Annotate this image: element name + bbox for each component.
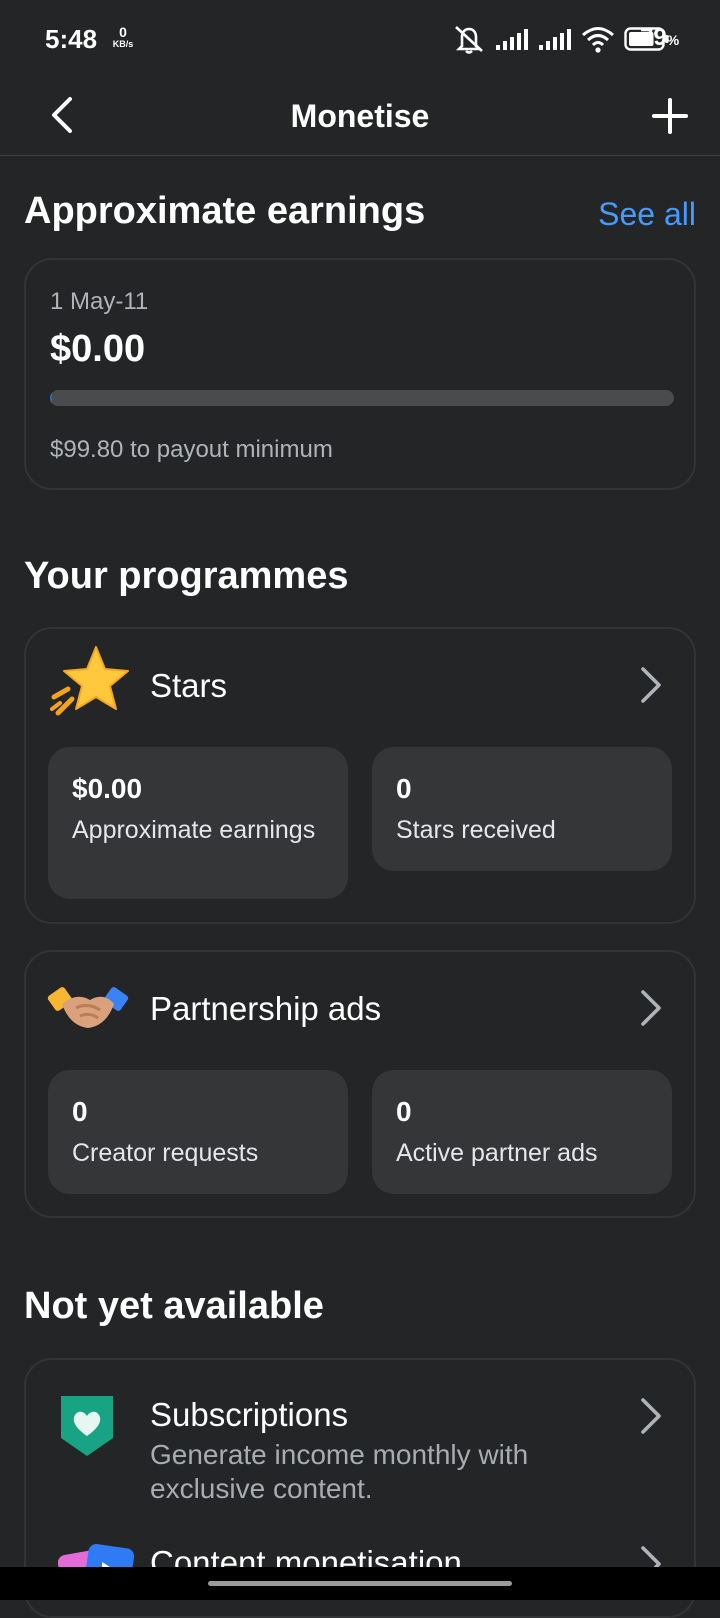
payout-progress-fill bbox=[50, 390, 53, 406]
stat-value: $0.00 bbox=[72, 773, 143, 804]
stars-programme-card: Stars $0.00 Approximate earnings 0 Stars… bbox=[24, 627, 696, 924]
partnership-ads-label: Partnership ads bbox=[150, 990, 382, 1027]
earnings-section-title: Approximate earnings bbox=[24, 190, 426, 232]
creator-requests-stat[interactable]: 0 Creator requests bbox=[48, 1070, 348, 1194]
stat-label: Approximate earnings bbox=[72, 816, 316, 844]
add-button[interactable] bbox=[642, 88, 698, 144]
earnings-date-range: 1 May-11 bbox=[50, 288, 149, 315]
chevron-right-icon bbox=[641, 1398, 661, 1434]
subscriptions-shield-icon bbox=[61, 1396, 113, 1456]
stars-label: Stars bbox=[150, 667, 228, 704]
status-time: 5:48 bbox=[45, 24, 98, 54]
stat-label: Stars received bbox=[396, 816, 556, 844]
status-icons bbox=[452, 22, 670, 56]
signal-icon-sim2 bbox=[539, 29, 571, 50]
subscriptions-title: Subscriptions bbox=[150, 1396, 349, 1433]
stat-value: 0 bbox=[396, 1096, 412, 1127]
stars-programme-header[interactable]: Stars bbox=[26, 629, 694, 741]
programmes-section-title: Your programmes bbox=[24, 555, 349, 597]
system-navigation-bar bbox=[0, 1567, 720, 1600]
stars-received-stat[interactable]: 0 Stars received bbox=[372, 747, 672, 871]
content-monetisation-item[interactable]: Content monetisation bbox=[26, 1508, 694, 1618]
earnings-amount: $0.00 bbox=[50, 328, 146, 370]
subscriptions-item[interactable]: Subscriptions Generate income monthly wi… bbox=[26, 1360, 694, 1508]
stat-label: Active partner ads bbox=[396, 1139, 598, 1167]
home-gesture-handle[interactable] bbox=[208, 1581, 512, 1586]
not-available-section-title: Not yet available bbox=[24, 1285, 324, 1327]
battery-percent: 79% bbox=[640, 24, 679, 52]
plus-icon bbox=[652, 98, 688, 134]
stat-value: 0 bbox=[72, 1096, 88, 1127]
earnings-card[interactable]: 1 May-11 $0.00 $99.80 to payout minimum bbox=[24, 258, 696, 490]
network-speed-unit: KB/s bbox=[112, 39, 134, 49]
signal-icon-sim1 bbox=[496, 29, 528, 50]
battery-percent-value: 79 bbox=[640, 24, 667, 51]
subscriptions-subtitle: Generate income monthly with exclusive c… bbox=[150, 1439, 529, 1504]
network-speed-value: 0 bbox=[119, 24, 127, 40]
partnership-ads-card: Partnership ads 0 Creator requests 0 Act… bbox=[24, 950, 696, 1218]
see-all-link[interactable]: See all bbox=[598, 196, 696, 233]
battery-percent-unit: % bbox=[666, 32, 680, 48]
payout-minimum-note: $99.80 to payout minimum bbox=[50, 436, 333, 463]
stat-label: Creator requests bbox=[72, 1139, 259, 1167]
star-icon bbox=[50, 646, 129, 716]
stat-value: 0 bbox=[396, 773, 412, 804]
handshake-icon bbox=[47, 987, 129, 1028]
network-speed: 0 KB/s bbox=[108, 25, 138, 49]
status-bar: 5:48 0 KB/s 79% bbox=[0, 0, 720, 80]
app-bar: Monetise bbox=[0, 80, 720, 156]
stars-earnings-stat[interactable]: $0.00 Approximate earnings bbox=[48, 747, 348, 899]
chevron-right-icon bbox=[641, 990, 661, 1026]
page-title: Monetise bbox=[290, 98, 430, 134]
active-partner-ads-stat[interactable]: 0 Active partner ads bbox=[372, 1070, 672, 1194]
chevron-right-icon bbox=[641, 667, 661, 703]
partnership-ads-header[interactable]: Partnership ads bbox=[26, 952, 694, 1064]
mute-icon bbox=[455, 26, 483, 54]
wifi-icon bbox=[582, 27, 614, 53]
payout-progress-bar bbox=[50, 390, 674, 406]
